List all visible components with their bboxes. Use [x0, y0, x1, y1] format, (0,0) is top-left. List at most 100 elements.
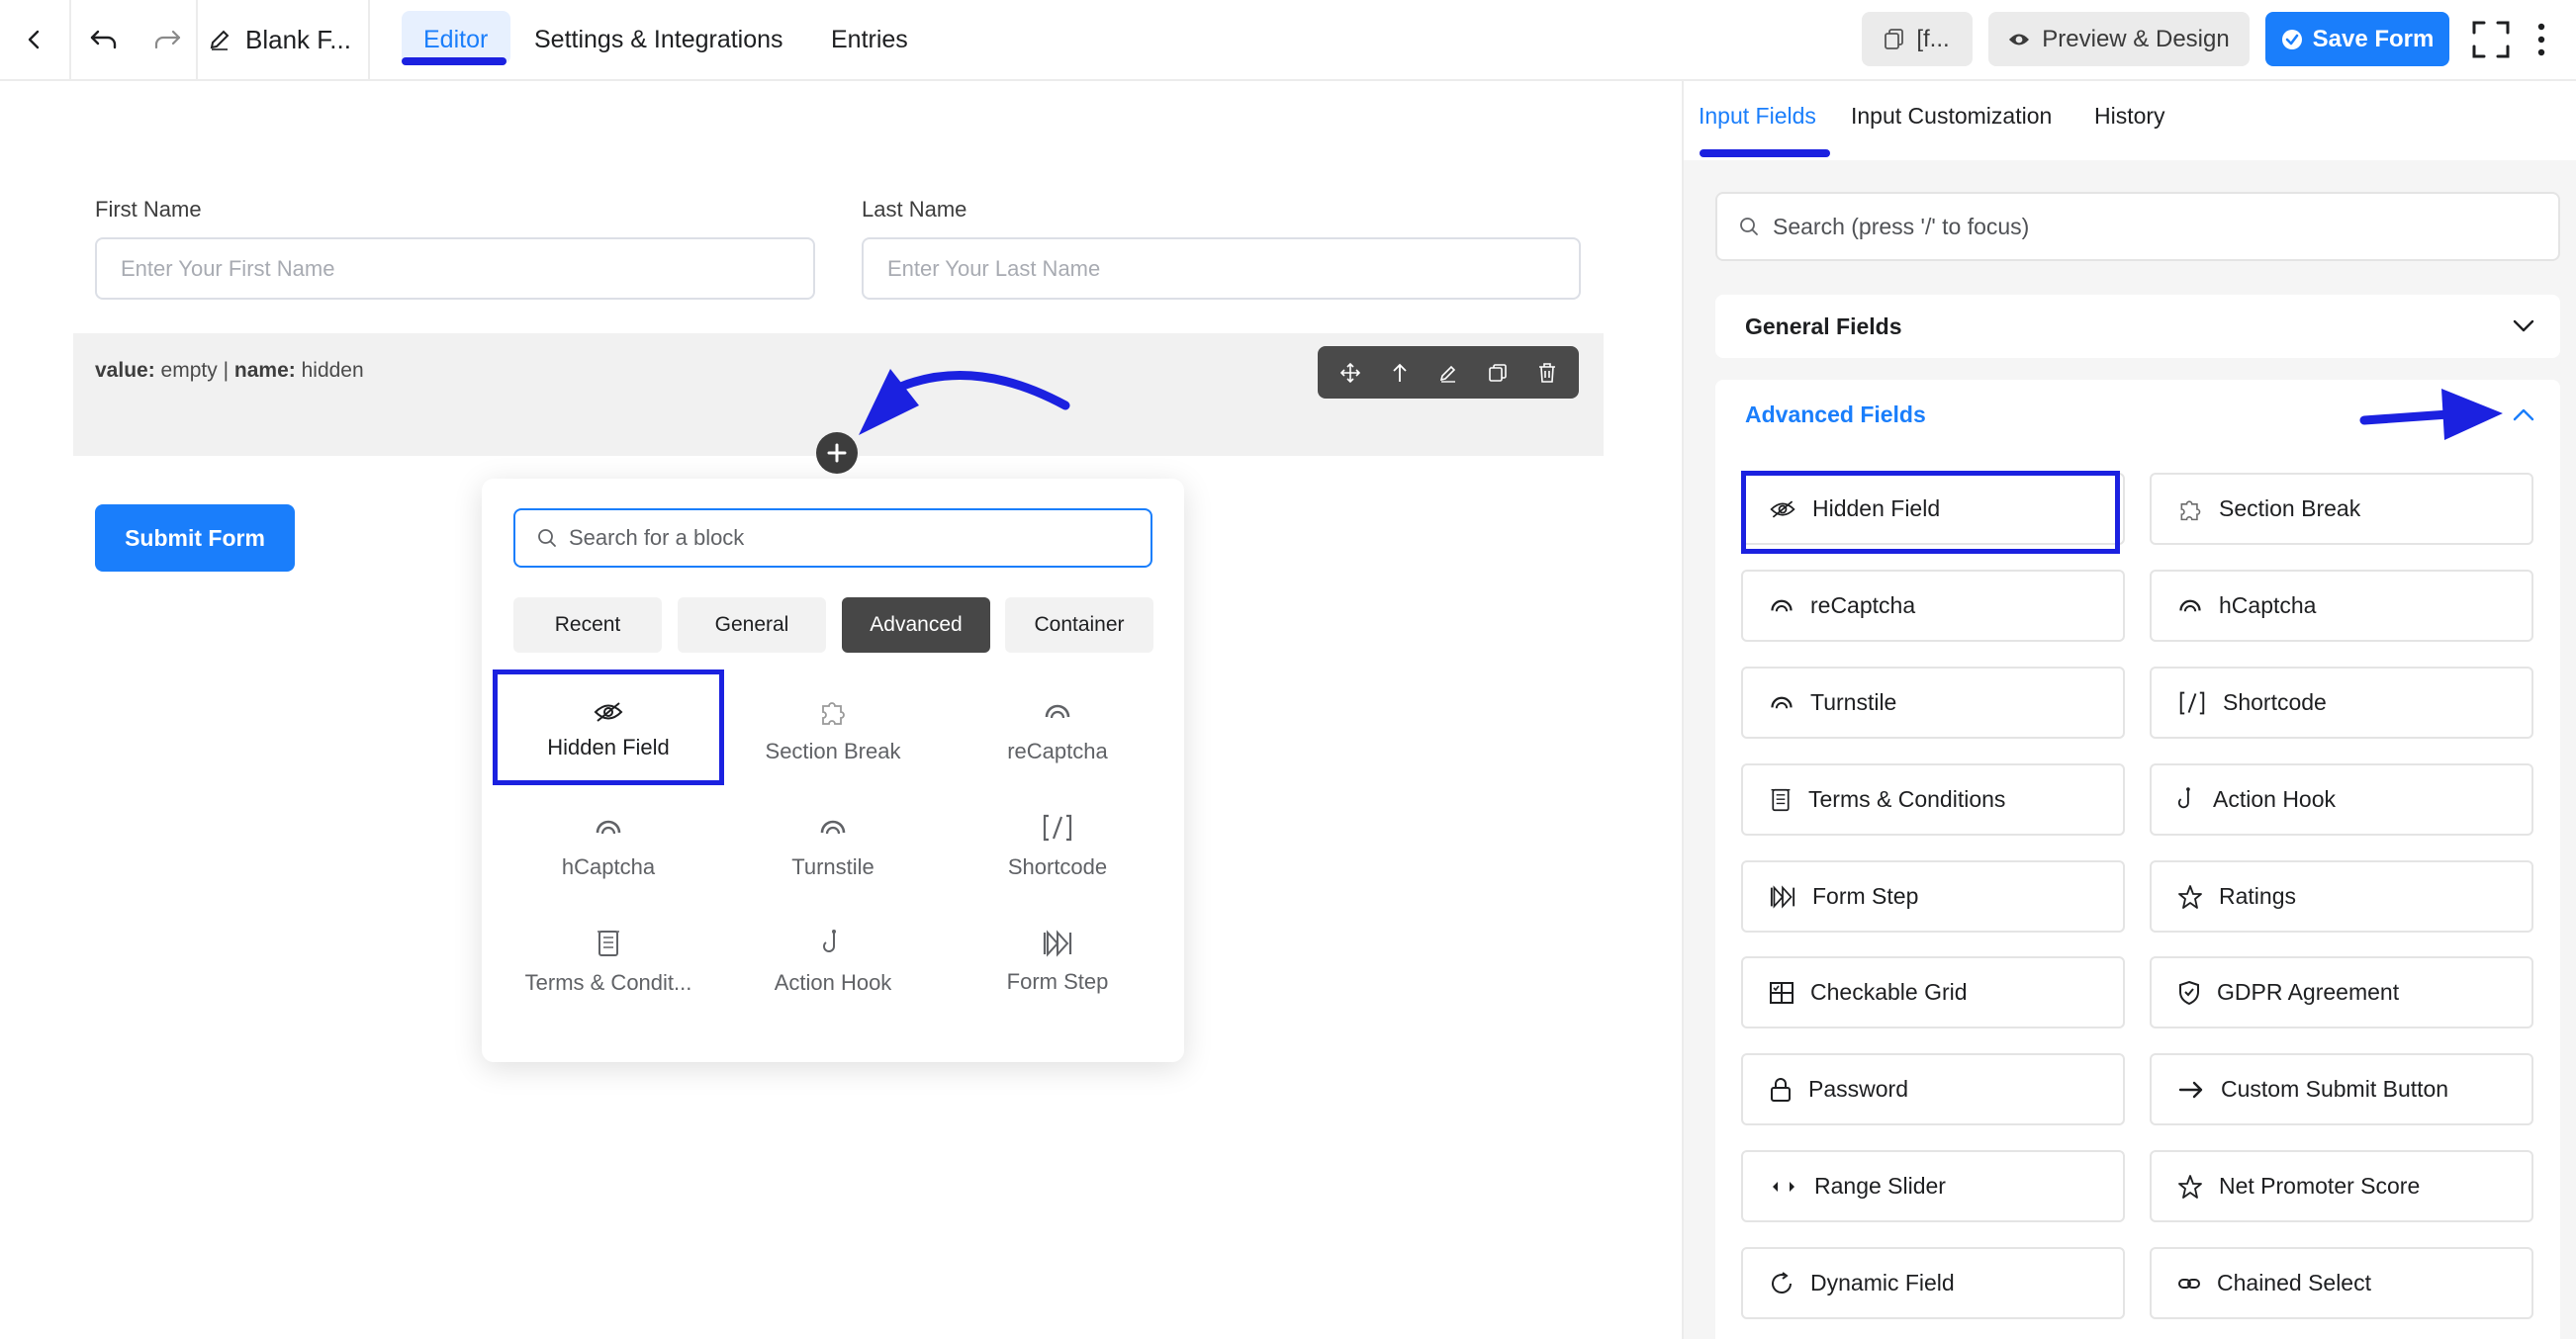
input-fields-annotation-underline	[1700, 149, 1830, 157]
fields-search-input[interactable]: Search (press '/' to focus)	[1715, 192, 2560, 261]
advanced-fields-label: Advanced Fields	[1745, 401, 1926, 427]
popup-item-terms-conditions[interactable]: Terms & Condit...	[497, 905, 720, 1020]
hook-icon	[822, 929, 844, 958]
arrow-up-icon[interactable]	[1391, 363, 1409, 383]
back-button[interactable]	[0, 0, 69, 79]
add-block-button[interactable]	[816, 432, 858, 474]
general-fields-label: General Fields	[1745, 312, 1902, 339]
lock-icon	[1769, 1077, 1793, 1103]
duplicate-icon[interactable]	[1488, 363, 1508, 383]
star-icon	[2177, 884, 2203, 910]
shortcode-button[interactable]: [f...	[1862, 12, 1973, 66]
last-name-label: Last Name	[862, 197, 967, 222]
top-bar: Blank F... Editor Settings & Integration…	[0, 0, 2576, 81]
document-icon	[595, 929, 622, 958]
block-toolbar	[1318, 346, 1579, 399]
block-search-input[interactable]: Search for a block	[513, 508, 1152, 568]
captcha-icon	[1043, 697, 1072, 727]
panel-hidden-field-annotation-box	[1741, 471, 2120, 554]
form-title[interactable]: Blank F...	[208, 0, 351, 79]
field-section-break[interactable]: Section Break	[2150, 473, 2533, 545]
step-icon	[1769, 884, 1796, 909]
form-title-text: Blank F...	[245, 24, 351, 54]
plus-icon	[826, 442, 848, 464]
field-terms-conditions[interactable]: Terms & Conditions	[1741, 763, 2125, 836]
captcha-icon	[1769, 593, 1794, 619]
captcha-icon	[1769, 690, 1794, 716]
shortcode-label: [f...	[1916, 25, 1950, 52]
chevron-down-icon	[2513, 319, 2534, 333]
arrow-right-icon	[2177, 1080, 2205, 1100]
field-recaptcha[interactable]: reCaptcha	[1741, 570, 2125, 642]
block-search-placeholder: Search for a block	[569, 525, 745, 550]
popup-item-turnstile[interactable]: Turnstile	[721, 789, 945, 904]
field-shortcode[interactable]: Shortcode	[2150, 667, 2533, 739]
field-password[interactable]: Password	[1741, 1053, 2125, 1125]
more-vertical-icon	[2537, 23, 2545, 56]
captcha-icon	[818, 813, 848, 843]
field-ratings[interactable]: Ratings	[2150, 860, 2533, 933]
shortcode-icon	[2177, 690, 2207, 716]
edit-icon[interactable]	[1438, 363, 1458, 383]
popup-tab-general[interactable]: General	[678, 597, 826, 653]
search-icon	[1739, 217, 1759, 236]
star-icon	[2177, 1174, 2203, 1200]
puzzle-icon	[818, 697, 848, 727]
trash-icon[interactable]	[1538, 362, 1556, 383]
save-form-label: Save Form	[2312, 25, 2435, 52]
eye-icon	[2008, 32, 2030, 47]
first-name-label: First Name	[95, 197, 202, 222]
field-net-promoter-score[interactable]: Net Promoter Score	[2150, 1150, 2533, 1222]
field-chained-select[interactable]: Chained Select	[2150, 1247, 2533, 1319]
search-icon	[537, 528, 557, 548]
first-name-input[interactable]: Enter Your First Name	[95, 237, 815, 300]
field-custom-submit-button[interactable]: Custom Submit Button	[2150, 1053, 2533, 1125]
tab-settings-integrations[interactable]: Settings & Integrations	[534, 0, 783, 79]
chevron-left-icon	[24, 29, 46, 50]
tab-history[interactable]: History	[2094, 103, 2165, 130]
move-icon[interactable]	[1340, 362, 1361, 383]
general-fields-accordion[interactable]: General Fields	[1715, 295, 2560, 358]
popup-tab-container[interactable]: Container	[1005, 597, 1153, 653]
popup-tab-recent[interactable]: Recent	[513, 597, 662, 653]
tab-entries[interactable]: Entries	[831, 0, 908, 79]
popup-item-shortcode[interactable]: Shortcode	[946, 789, 1169, 904]
field-dynamic-field[interactable]: Dynamic Field	[1741, 1247, 2125, 1319]
tab-input-fields[interactable]: Input Fields	[1699, 103, 1816, 130]
tab-input-customization[interactable]: Input Customization	[1851, 103, 2052, 130]
popup-item-recaptcha[interactable]: reCaptcha	[946, 673, 1169, 788]
field-gdpr-agreement[interactable]: GDPR Agreement	[2150, 956, 2533, 1028]
field-checkable-grid[interactable]: Checkable Grid	[1741, 956, 2125, 1028]
fullscreen-icon	[2472, 21, 2510, 58]
puzzle-icon	[2177, 496, 2203, 522]
captcha-icon	[2177, 593, 2203, 619]
undo-icon	[89, 28, 119, 51]
popup-tab-advanced[interactable]: Advanced	[842, 597, 990, 653]
field-form-step[interactable]: Form Step	[1741, 860, 2125, 933]
preview-design-button[interactable]: Preview & Design	[1988, 12, 2250, 66]
preview-design-label: Preview & Design	[2042, 25, 2230, 52]
shield-icon	[2177, 980, 2201, 1006]
field-hcaptcha[interactable]: hCaptcha	[2150, 570, 2533, 642]
fullscreen-button[interactable]	[2465, 0, 2517, 79]
shortcode-icon	[1041, 813, 1074, 843]
advanced-fields-accordion[interactable]: Advanced Fields	[1715, 380, 2560, 449]
edit-pencil-icon	[208, 28, 231, 51]
redo-button[interactable]	[137, 0, 198, 79]
undo-button[interactable]	[71, 0, 137, 79]
save-form-button[interactable]: Save Form	[2265, 12, 2449, 66]
hook-icon	[2177, 786, 2197, 814]
last-name-input[interactable]: Enter Your Last Name	[862, 237, 1581, 300]
popup-item-section-break[interactable]: Section Break	[721, 673, 945, 788]
popup-item-hcaptcha[interactable]: hCaptcha	[497, 789, 720, 904]
popup-item-form-step[interactable]: Form Step	[946, 905, 1169, 1020]
submit-form-button[interactable]: Submit Form	[95, 504, 295, 572]
popup-hidden-field-annotation-box	[493, 670, 724, 785]
popup-item-action-hook[interactable]: Action Hook	[721, 905, 945, 1020]
field-range-slider[interactable]: Range Slider	[1741, 1150, 2125, 1222]
field-action-hook[interactable]: Action Hook	[2150, 763, 2533, 836]
tab-editor[interactable]: Editor	[423, 0, 488, 79]
slider-icon	[1769, 1179, 1798, 1195]
more-menu-button[interactable]	[2527, 0, 2556, 79]
field-turnstile[interactable]: Turnstile	[1741, 667, 2125, 739]
